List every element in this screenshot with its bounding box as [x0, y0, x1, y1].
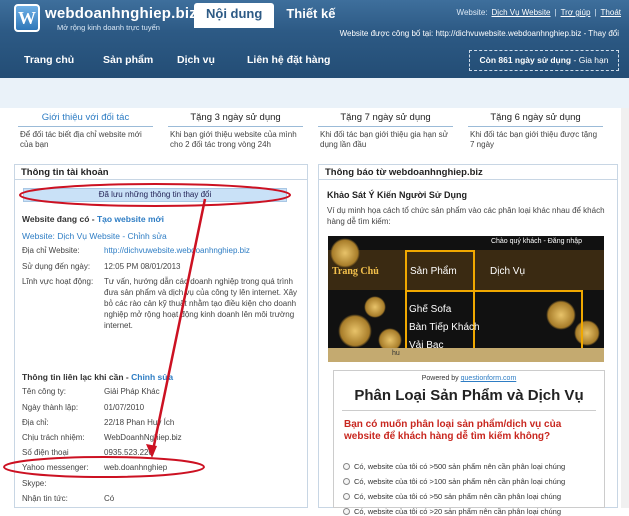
promo-7days[interactable]: Tặng 7 ngày sử dụng Khi đối tác bạn giới… — [318, 112, 453, 150]
radio-icon[interactable] — [343, 463, 350, 470]
logout-link[interactable]: Thoát — [601, 8, 621, 17]
shot-category: Dịch Vụ — [490, 266, 526, 277]
website-url-link[interactable]: http://dichvuwebsite.webdoanhnghiep.biz — [104, 246, 250, 255]
renew-link[interactable]: Gia hạn — [579, 55, 609, 65]
survey-question: Bạn có muốn phân loại sản phẩm/dịch vụ c… — [344, 419, 562, 442]
promo-title: Tặng 6 ngày sử dụng — [490, 112, 581, 123]
brand-name: webdoanhnghiep.biz — [45, 4, 197, 22]
brand-tagline: Mở rộng kinh doanh trực tuyến — [57, 22, 160, 32]
help-link[interactable]: Trợ giúp — [561, 8, 591, 17]
website-prefix: Website: — [456, 8, 488, 17]
shot-category: Sản Phẩm — [410, 266, 457, 277]
promo-desc: Để đối tác biết địa chỉ website mới của … — [20, 130, 142, 149]
survey-option[interactable]: Có, website của tôi có >20 sản phẩm nên … — [343, 507, 561, 516]
remaining-days-box: Còn 861 ngày sử dụng - Gia hạn — [469, 50, 619, 71]
row-company: Tên công ty: Giải Pháp Khác — [22, 387, 160, 396]
shot-footer: hu — [392, 350, 400, 357]
tab-content[interactable]: Nội dung — [194, 3, 275, 28]
contact-heading: Thông tin liên lạc khi cần - Chỉnh sửa — [22, 372, 174, 382]
brand-logo[interactable]: W webdoanhnghiep.biz Mở rộng kinh doanh … — [14, 4, 197, 32]
row-field-label: Lĩnh vực hoạt động: — [22, 277, 94, 286]
survey-option[interactable]: Có, website của tôi có >50 sản phẩm nên … — [343, 492, 561, 501]
row-phone: Số điện thoại 0935.523.220 — [22, 448, 153, 457]
example-screenshot: Chào quý khách - Đăng nhập Trang Chủ Sản… — [328, 236, 604, 362]
nav-home[interactable]: Trang chủ — [24, 54, 74, 66]
questionform-link[interactable]: questionform.com — [461, 375, 517, 382]
row-expiry: Sử dụng đến ngày: 12:05 PM 08/01/2013 — [22, 262, 181, 271]
survey-option[interactable]: Có, website của tôi có >500 sản phẩm nên… — [343, 462, 565, 471]
edit-website-link[interactable]: Chỉnh sửa — [128, 231, 167, 241]
survey-title: Phân Loại Sản Phẩm và Dịch Vụ — [354, 387, 584, 404]
separator: - — [573, 55, 577, 65]
logo-icon: W — [14, 4, 40, 32]
shot-menu-item: Bàn Tiếp Khách — [409, 322, 480, 333]
tab-design[interactable]: Thiết kế — [274, 3, 347, 25]
main-tabs: Nội dung Thiết kế — [194, 3, 347, 28]
separator: | — [594, 8, 597, 17]
promo-6days[interactable]: Tặng 6 ngày sử dụng Khi đối tác bạn giới… — [468, 112, 603, 150]
website-link[interactable]: Dịch Vụ Website — [492, 8, 551, 17]
radio-icon[interactable] — [343, 508, 350, 515]
account-title: Thông tin tài khoản — [15, 165, 307, 180]
survey-subtitle: Khảo Sát Ý Kiến Người Sử Dụng — [327, 190, 467, 200]
create-website-link[interactable]: Tạo website mới — [97, 214, 164, 224]
promo-desc: Khi đối tác bạn giới thiệu gia hạn sử dụ… — [320, 130, 449, 149]
top-strip — [0, 78, 629, 108]
shot-home: Trang Chủ — [332, 266, 379, 277]
row-responsible: Chịu trách nhiệm: WebDoanhNghiep.biz — [22, 433, 182, 442]
row-founded: Ngày thành lập: 01/07/2010 — [22, 403, 145, 412]
row-website-url: Địa chỉ Website: http://dichvuwebsite.web… — [22, 246, 250, 255]
nav-services[interactable]: Dịch vụ — [177, 54, 215, 66]
promo-title: Tặng 7 ngày sử dụng — [340, 112, 431, 123]
nav-order-contact[interactable]: Liên hệ đặt hàng — [247, 54, 330, 66]
row-newsletter: Nhận tin tức: Có — [22, 494, 115, 503]
radio-icon[interactable] — [343, 493, 350, 500]
survey-text: Ví dụ minh họa cách tổ chức sản phẩm vào… — [327, 206, 605, 226]
website-name: Website: Dịch Vụ Website - Chỉnh sửa — [22, 231, 167, 241]
saved-message: Đã lưu những thông tin thay đổi — [23, 188, 287, 202]
promo-desc: Khi bạn giới thiệu website của mình cho … — [170, 130, 297, 149]
shot-login-text: Chào quý khách - Đăng nhập — [490, 238, 582, 245]
survey-option[interactable]: Có, website của tôi có >100 sản phẩm nên… — [343, 477, 565, 486]
promo-partner[interactable]: Giới thiệu với đối tác Để đối tác biết đ… — [18, 112, 153, 150]
edit-contact-link[interactable]: Chỉnh sửa — [131, 372, 173, 382]
scrollbar[interactable] — [621, 108, 629, 508]
powered-by: Powered by questionform.com — [421, 375, 517, 382]
promo-3days[interactable]: Tặng 3 ngày sử dụng Khi bạn giới thiệu w… — [168, 112, 303, 150]
remaining-days: Còn 861 ngày sử dụng — [479, 55, 572, 65]
promo-desc: Khi đối tác bạn giới thiệu được tặng 7 n… — [470, 130, 598, 149]
top-links: Website: Dịch Vụ Website | Trợ giúp | Th… — [457, 8, 621, 17]
publish-announcement[interactable]: Website được công bố tại: http://dichvuw… — [340, 29, 619, 38]
business-field-text: Tư vấn, hướng dẫn các doanh nghiệp trong… — [104, 277, 298, 330]
website-heading: Website đang có - Tạo website mới — [22, 214, 164, 224]
radio-icon[interactable] — [343, 478, 350, 485]
promo-title: Tặng 3 ngày sử dụng — [190, 112, 281, 123]
row-address: Địa chỉ: 22/18 Phan Huy Ích — [22, 418, 175, 427]
promo-title: Giới thiệu với đối tác — [41, 112, 130, 123]
row-yahoo: Yahoo messenger: web.doanhnghiep — [22, 463, 168, 472]
notice-title: Thông báo từ webdoanhnghiep.biz — [319, 165, 617, 180]
separator: | — [554, 8, 557, 17]
survey-form: Powered by questionform.com Phân Loại Sả… — [333, 370, 605, 508]
shot-menu-item: Ghế Sofa — [409, 304, 452, 315]
nav-products[interactable]: Sản phẩm — [103, 54, 153, 66]
row-skype: Skype: — [22, 479, 47, 488]
